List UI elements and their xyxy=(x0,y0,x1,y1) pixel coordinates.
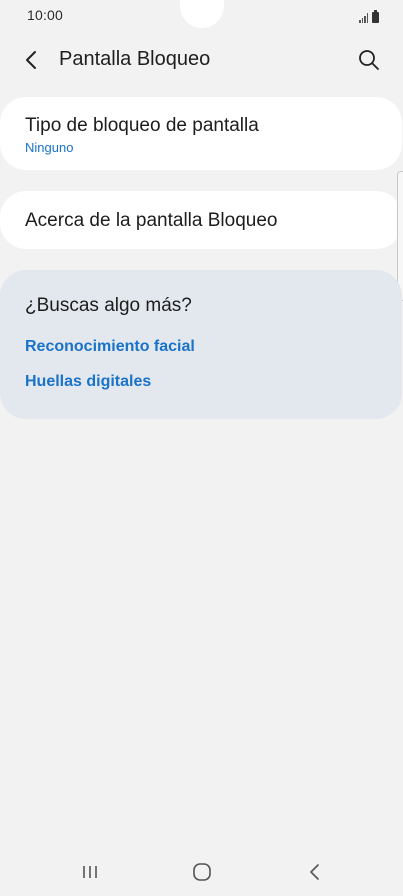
battery-icon xyxy=(372,10,379,23)
status-icons xyxy=(359,9,379,23)
app-bar: Pantalla Bloqueo xyxy=(0,38,403,82)
back-icon[interactable] xyxy=(304,861,326,883)
about-lock-screen-title: Acerca de la pantalla Bloqueo xyxy=(25,210,278,231)
screen-lock-type-item[interactable]: Tipo de bloqueo de pantalla Ninguno xyxy=(0,97,402,170)
navigation-bar xyxy=(0,850,403,896)
page-title: Pantalla Bloqueo xyxy=(59,48,211,70)
status-time: 10:00 xyxy=(27,7,64,23)
face-recognition-link[interactable]: Reconocimiento facial xyxy=(25,338,195,356)
fingerprints-link[interactable]: Huellas digitales xyxy=(25,373,151,391)
home-icon[interactable] xyxy=(190,861,214,883)
signal-icon xyxy=(359,13,368,23)
suggestions-card: ¿Buscas algo más? Reconocimiento facial … xyxy=(0,270,402,419)
screen-lock-type-value: Ninguno xyxy=(25,140,74,155)
about-lock-screen-item[interactable]: Acerca de la pantalla Bloqueo xyxy=(0,191,402,249)
camera-notch xyxy=(180,0,224,28)
screen-lock-type-title: Tipo de bloqueo de pantalla xyxy=(25,115,259,136)
search-icon[interactable] xyxy=(356,47,382,73)
chevron-left-icon[interactable] xyxy=(20,48,44,72)
recents-icon[interactable] xyxy=(78,862,102,882)
suggestions-title: ¿Buscas algo más? xyxy=(25,295,192,316)
status-bar: 10:00 xyxy=(0,0,403,32)
